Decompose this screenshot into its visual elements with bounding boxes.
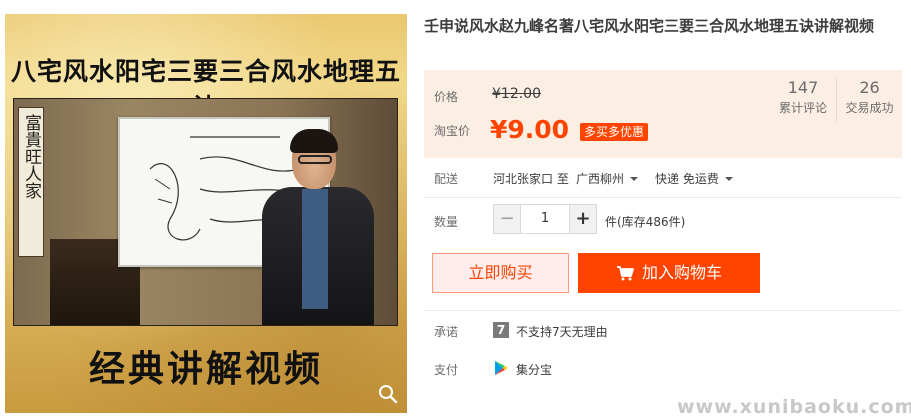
sales-count: 26: [859, 78, 880, 97]
image-bottom-caption: 经典讲解视频: [88, 348, 323, 390]
add-to-cart-label: 加入购物车: [641, 263, 722, 282]
shipping-label: 配送: [434, 172, 459, 186]
presenter-shirt: [302, 189, 328, 309]
payment-method: 集分宝: [516, 363, 553, 377]
seven-day-icon: 7: [493, 322, 509, 338]
presenter-hair: [290, 129, 338, 153]
magnifier-icon[interactable]: [377, 383, 399, 405]
promo-badge[interactable]: 多买多优惠: [580, 123, 649, 141]
quantity-input[interactable]: 1: [520, 205, 570, 233]
presenter: [250, 127, 390, 325]
video-still: 富貴旺人家: [13, 98, 398, 326]
presenter-glasses: [298, 155, 332, 164]
stat-reviews[interactable]: 147 累计评论: [770, 78, 836, 122]
original-price: ¥12.00: [492, 86, 541, 102]
promise-text[interactable]: 不支持7天无理由: [516, 323, 608, 340]
chevron-down-icon: [724, 177, 733, 181]
quantity-stepper: − 1 +: [493, 204, 597, 234]
payment-label: 支付: [434, 363, 459, 377]
decrease-button[interactable]: −: [494, 205, 520, 233]
reviews-label: 累计评论: [778, 101, 827, 115]
watermark: www.xunibaoku.com: [677, 396, 911, 417]
payment-row: 支付 集分宝: [424, 360, 902, 380]
product-title: 壬申说风水赵九峰名著八宅风水阳宅三要三合风水地理五诀讲解视频: [424, 17, 875, 35]
chevron-down-icon: [630, 177, 639, 181]
add-to-cart-button[interactable]: 加入购物车: [578, 253, 760, 293]
product-main-image[interactable]: 八宅风水阳宅三要三合风水地理五诀 富貴旺人家 经典讲解视频: [5, 14, 407, 413]
divider: [424, 197, 902, 198]
taobao-price-label: 淘宝价: [434, 124, 471, 138]
stock-text: 件(库存486件): [605, 215, 686, 229]
payment-icon: [495, 361, 508, 375]
quantity-label: 数量: [434, 215, 459, 229]
shipping-row: 配送 河北张家口 至 广西柳州 快递 免运费: [424, 168, 902, 188]
original-price-label: 价格: [434, 90, 459, 104]
ship-method-text: 快递 免运费: [655, 172, 719, 186]
current-price: ¥9.00: [490, 115, 570, 144]
promise-label: 承诺: [434, 325, 459, 339]
scroll-text: 富貴旺人家: [21, 114, 41, 199]
ship-to-select[interactable]: 广西柳州: [576, 170, 639, 187]
ship-to-text: 广西柳州: [576, 172, 625, 186]
sales-stats: 147 累计评论 26 交易成功: [770, 78, 902, 122]
ship-method-select[interactable]: 快递 免运费: [655, 170, 733, 187]
shopping-cart-icon: [616, 266, 634, 281]
calligraphy-scroll: 富貴旺人家: [18, 107, 44, 257]
stat-sales[interactable]: 26 交易成功: [836, 78, 902, 122]
increase-button[interactable]: +: [570, 205, 596, 233]
price-panel: 价格 ¥12.00 淘宝价 ¥9.00 多买多优惠 147 累计评论 26 交易…: [424, 70, 902, 158]
buy-now-button[interactable]: 立即购买: [432, 253, 569, 293]
sales-label: 交易成功: [845, 101, 894, 115]
ship-from: 河北张家口 至: [493, 172, 569, 186]
reviews-count: 147: [787, 78, 819, 97]
promise-row: 承诺 7 不支持7天无理由: [424, 322, 902, 342]
divider: [424, 310, 902, 311]
quantity-row: 数量 − 1 + 件(库存486件): [424, 204, 902, 236]
